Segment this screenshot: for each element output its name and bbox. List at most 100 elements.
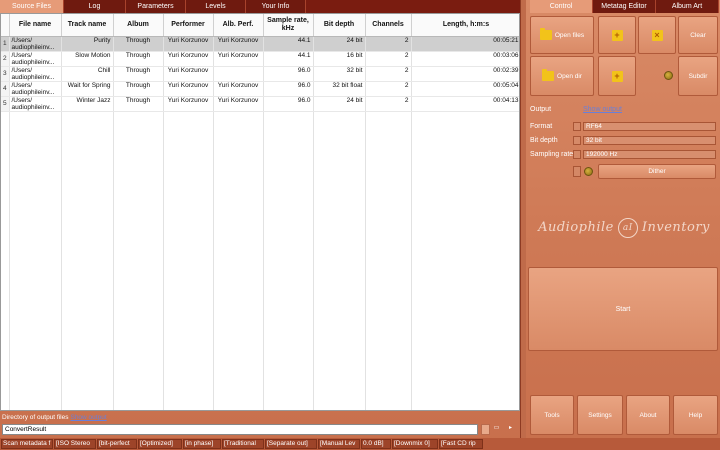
- empty-row: [1, 381, 519, 396]
- tab-control[interactable]: Control: [530, 0, 593, 13]
- cell-rate: 96.0: [263, 66, 314, 82]
- folder-icon: [542, 69, 555, 81]
- cell-channels: 2: [365, 66, 412, 82]
- col-performer[interactable]: Performer: [163, 14, 214, 37]
- output-dir-dropdown[interactable]: [481, 424, 490, 435]
- cell-track: Winter Jazz: [61, 96, 114, 112]
- status-separate-out[interactable]: [Separate out]: [265, 439, 317, 449]
- status-scan-metadata[interactable]: Scan metadata f: [1, 439, 53, 449]
- empty-row: [1, 321, 519, 336]
- output-label: Output: [530, 106, 552, 113]
- dither-button[interactable]: Dither: [598, 164, 716, 179]
- sampling-rate-select[interactable]: 192000 Hz: [583, 150, 716, 159]
- help-button[interactable]: Help: [673, 395, 718, 435]
- about-button[interactable]: About: [626, 395, 670, 435]
- cell-performer: Yuri Korzunov: [163, 66, 214, 82]
- cell-file: /Users/ audiophileinv...: [9, 51, 62, 67]
- col-channels[interactable]: Channels: [365, 14, 412, 37]
- status-optimized[interactable]: [Optimized]: [138, 439, 182, 449]
- format-toggle[interactable]: [573, 122, 581, 131]
- tools-button[interactable]: Tools: [530, 395, 574, 435]
- col-alb-perf[interactable]: Alb. Perf.: [213, 14, 264, 37]
- plus-icon: +: [611, 29, 623, 41]
- format-label: Format: [530, 123, 553, 130]
- output-show-link[interactable]: Show output: [583, 106, 622, 113]
- cell-idx: 1: [1, 36, 10, 52]
- format-select[interactable]: RF64: [583, 122, 716, 131]
- col-sample-rate[interactable]: Sample rate, kHz: [263, 14, 314, 37]
- open-folder-icon[interactable]: ▸: [506, 424, 515, 435]
- cell-alb-perf: Yuri Korzunov: [213, 81, 264, 97]
- status-downmix[interactable]: [Downmix 0]: [392, 439, 438, 449]
- subdir-toggle-icon[interactable]: [664, 71, 673, 82]
- status-bit-perfect[interactable]: [bit-perfect: [97, 439, 137, 449]
- cell-album: Through: [113, 51, 164, 67]
- output-dir-input[interactable]: [2, 424, 478, 435]
- col-file-name[interactable]: File name: [9, 14, 62, 37]
- status-fast-cd-rip[interactable]: [Fast CD rip: [439, 439, 483, 449]
- tab-parameters[interactable]: Parameters: [126, 0, 186, 13]
- table-row[interactable]: 4/Users/ audiophileinv... Wait for Spring…: [1, 81, 519, 97]
- cell-alb-perf: Yuri Korzunov: [213, 96, 264, 112]
- cell-channels: 2: [365, 51, 412, 67]
- cell-length: 00:05:04: [411, 81, 519, 97]
- open-files-button[interactable]: Open files: [530, 16, 594, 54]
- settings-button[interactable]: Settings: [577, 395, 623, 435]
- empty-row: [1, 351, 519, 366]
- empty-row: [1, 276, 519, 291]
- subdir-button[interactable]: Subdir: [678, 56, 718, 96]
- bit-depth-select[interactable]: 32 bit: [583, 136, 716, 145]
- cell-depth: 24 bit: [313, 36, 366, 52]
- col-length[interactable]: Length, h:m:s: [411, 14, 519, 37]
- output-dir-link[interactable]: Show output: [70, 414, 106, 421]
- cell-channels: 2: [365, 96, 412, 112]
- tab-your-info[interactable]: Your Info: [246, 0, 306, 13]
- cell-channels: 2: [365, 36, 412, 52]
- browse-folder-icon[interactable]: ▭: [492, 424, 501, 435]
- empty-row: [1, 171, 519, 186]
- cell-performer: Yuri Korzunov: [163, 51, 214, 67]
- status-level-db[interactable]: 0.0 dB]: [361, 439, 391, 449]
- table-row[interactable]: 1/Users/ audiophileinv... Purity Through Yu…: [1, 36, 519, 52]
- col-album[interactable]: Album: [113, 14, 164, 37]
- status-traditional[interactable]: [Traditional: [222, 439, 264, 449]
- start-button[interactable]: Start: [528, 267, 718, 351]
- empty-row: [1, 261, 519, 276]
- empty-row: [1, 306, 519, 321]
- sampling-rate-toggle[interactable]: [573, 150, 581, 159]
- status-iso-stereo[interactable]: [ISO Stereo: [54, 439, 96, 449]
- status-manual-level[interactable]: [Manual Lev: [318, 439, 360, 449]
- tab-album-art[interactable]: Album Art: [656, 0, 719, 13]
- cell-depth: 32 bit: [313, 66, 366, 82]
- table-row[interactable]: 5/Users/ audiophileinv... Winter Jazz Thro…: [1, 96, 519, 112]
- tab-source-files[interactable]: Source Files: [0, 0, 64, 13]
- col-bit-depth[interactable]: Bit depth: [313, 14, 366, 37]
- cell-rate: 96.0: [263, 96, 314, 112]
- cell-depth: 24 bit: [313, 96, 366, 112]
- tab-metatag-editor[interactable]: Metatag Editor: [593, 0, 656, 13]
- panel-divider[interactable]: [520, 0, 526, 438]
- table-row[interactable]: 3/Users/ audiophileinv... Chill Through Yur…: [1, 66, 519, 82]
- open-dir-button[interactable]: Open dir: [530, 56, 594, 96]
- bit-depth-toggle[interactable]: [573, 136, 581, 145]
- empty-row: [1, 291, 519, 306]
- status-in-phase[interactable]: [in phase]: [183, 439, 221, 449]
- empty-row: [1, 336, 519, 351]
- remove-files-button[interactable]: ×: [638, 16, 676, 54]
- clear-button[interactable]: Clear: [678, 16, 718, 54]
- tab-levels[interactable]: Levels: [186, 0, 246, 13]
- dither-toggle[interactable]: [573, 166, 581, 177]
- empty-row: [1, 156, 519, 171]
- col-track-name[interactable]: Track name: [61, 14, 114, 37]
- cell-track: Purity: [61, 36, 114, 52]
- source-files-table[interactable]: File name Track name Album Performer Alb…: [0, 13, 520, 411]
- cell-channels: 2: [365, 81, 412, 97]
- empty-row: [1, 111, 519, 126]
- add-dir-button[interactable]: +: [598, 56, 636, 96]
- cell-depth: 32 bit float: [313, 81, 366, 97]
- dither-indicator-icon: [584, 167, 593, 178]
- cell-length: 00:03:06: [411, 51, 519, 67]
- add-files-button[interactable]: +: [598, 16, 636, 54]
- tab-log[interactable]: Log: [64, 0, 126, 13]
- table-row[interactable]: 2/Users/ audiophileinv... Slow Motion Thro…: [1, 51, 519, 67]
